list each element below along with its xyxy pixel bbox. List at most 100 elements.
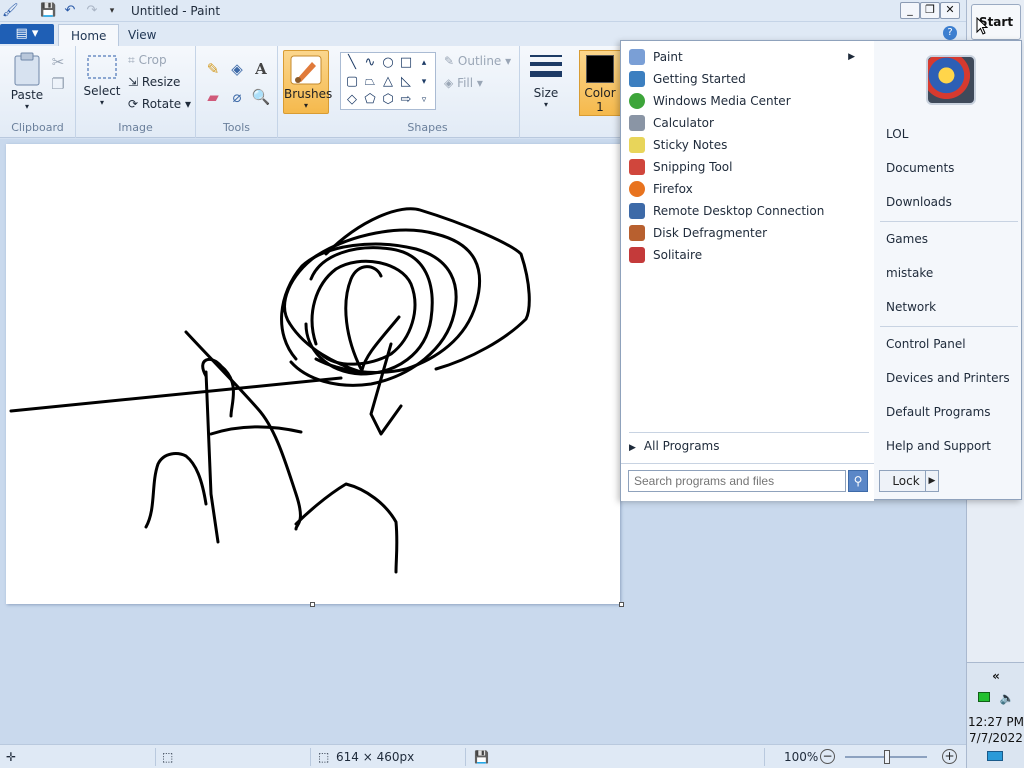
volume-icon[interactable]: 🔈 [999, 691, 1014, 705]
close-button[interactable]: ✕ [940, 2, 960, 19]
power-options-arrow-icon[interactable]: ▶ [925, 470, 939, 492]
hexagon-shape-icon[interactable]: ⬡ [380, 93, 396, 107]
redo-icon[interactable]: ↷ [84, 3, 100, 19]
link-default-programs[interactable]: Default Programs [886, 405, 991, 419]
fill-bucket-icon[interactable]: ◈ [227, 59, 247, 79]
clipboard-group: Paste ▾ ✂ ❐ Clipboard [0, 46, 76, 138]
program-label: Paint [653, 50, 683, 64]
cut-icon[interactable]: ✂ [48, 52, 68, 72]
program-sticky-notes[interactable]: Sticky Notes [629, 135, 869, 155]
canvas-resize-handle-bottom[interactable] [310, 602, 315, 607]
paint-app-icon[interactable]: 🖌 [2, 3, 19, 19]
triangle-shape-icon[interactable]: △ [380, 75, 396, 89]
zoom-in-button[interactable]: + [942, 749, 957, 764]
pentagon-shape-icon[interactable]: ⬠ [362, 93, 378, 107]
program-windows-media-center[interactable]: Windows Media Center [629, 91, 869, 111]
rotate-button[interactable]: ⟳ Rotate ▾ [128, 97, 191, 111]
undo-icon[interactable]: ↶ [62, 3, 78, 19]
link-devices-and-printers[interactable]: Devices and Printers [886, 371, 1010, 385]
fill-button[interactable]: ◈ Fill ▾ [444, 76, 483, 90]
paste-button[interactable]: Paste ▾ [8, 52, 46, 111]
shapes-scroll-down-icon[interactable]: ▾ [416, 75, 432, 89]
curve-shape-icon[interactable]: ∿ [362, 56, 378, 70]
size-button[interactable]: Size ▾ [526, 52, 566, 109]
program-remote-desktop-connection[interactable]: Remote Desktop Connection [629, 201, 869, 221]
search-input[interactable] [628, 470, 846, 492]
eraser-icon[interactable]: ▰ [203, 87, 223, 107]
program-firefox[interactable]: Firefox [629, 179, 869, 199]
link-mistake[interactable]: mistake [886, 266, 933, 280]
zoom-out-button[interactable]: − [820, 749, 835, 764]
program-disk-defragmenter[interactable]: Disk Defragmenter [629, 223, 869, 243]
rectangle-shape-icon[interactable]: □ [398, 56, 414, 70]
polygon-shape-icon[interactable]: ⏢ [362, 75, 378, 89]
restore-button[interactable]: ❐ [920, 2, 940, 19]
crop-button[interactable]: ⌗ Crop [128, 53, 167, 68]
pencil-icon[interactable]: ✎ [203, 59, 223, 79]
link-control-panel[interactable]: Control Panel [886, 337, 966, 351]
link-network[interactable]: Network [886, 300, 936, 314]
status-divider [465, 748, 466, 766]
status-divider [310, 748, 311, 766]
clock-time[interactable]: 12:27 PM [967, 715, 1024, 729]
arrow-shape-icon[interactable]: ⇨ [398, 93, 414, 107]
submenu-arrow-icon: ▶ [848, 52, 855, 62]
customize-toolbar-icon[interactable]: ▾ [104, 3, 120, 19]
color1-number: 1 [596, 100, 604, 114]
search-icon[interactable]: ⚲ [848, 470, 868, 492]
diamond-shape-icon[interactable]: ◇ [344, 93, 360, 107]
show-desktop-icon[interactable] [987, 751, 1003, 761]
text-tool-icon[interactable]: A [251, 59, 271, 79]
resize-button[interactable]: ⇲ Resize [128, 75, 180, 89]
shapes-more-icon[interactable]: ▿ [416, 93, 432, 107]
program-calculator[interactable]: Calculator [629, 113, 869, 133]
line-shape-icon[interactable]: ╲ [344, 56, 360, 70]
zoom-slider-thumb[interactable] [884, 750, 890, 764]
file-size-icon: 💾 [474, 750, 489, 764]
link-games[interactable]: Games [886, 232, 928, 246]
drawing-canvas[interactable] [6, 144, 620, 604]
snipping-tool-icon [629, 159, 645, 175]
color1-button[interactable]: Color 1 [579, 50, 621, 116]
link-lol[interactable]: LOL [886, 127, 908, 141]
network-icon[interactable] [977, 692, 990, 702]
file-menu-button[interactable]: ▤ ▾ [0, 24, 54, 44]
brushes-button[interactable]: Brushes ▾ [283, 50, 332, 114]
fill-label: Fill [457, 76, 474, 90]
link-downloads[interactable]: Downloads [886, 195, 952, 209]
canvas-resize-handle-corner[interactable] [619, 602, 624, 607]
paste-label: Paste [10, 88, 44, 102]
expand-arrow-icon: ▶ [629, 443, 636, 453]
shapes-scroll-up-icon[interactable]: ▴ [416, 56, 432, 70]
user-avatar[interactable] [926, 55, 976, 105]
program-label: Sticky Notes [653, 138, 728, 152]
all-programs-button[interactable]: ▶ All Programs [629, 439, 869, 453]
program-paint[interactable]: Paint ▶ [629, 47, 869, 67]
rounded-rectangle-shape-icon[interactable]: ▢ [344, 75, 360, 89]
color1-label: Color [584, 86, 616, 100]
color-picker-icon[interactable]: ⌀ [227, 87, 247, 107]
clock-date[interactable]: 7/7/2022 [967, 731, 1024, 745]
media-center-icon [629, 93, 645, 109]
program-snipping-tool[interactable]: Snipping Tool [629, 157, 869, 177]
oval-shape-icon[interactable]: ○ [380, 56, 396, 70]
help-icon[interactable]: ? [943, 26, 957, 40]
tab-view[interactable]: View [116, 24, 168, 46]
copy-icon[interactable]: ❐ [48, 74, 68, 94]
link-documents[interactable]: Documents [886, 161, 954, 175]
link-help-and-support[interactable]: Help and Support [886, 439, 991, 453]
save-icon[interactable]: 💾 [40, 3, 56, 19]
line-width-icon [530, 55, 562, 77]
program-getting-started[interactable]: Getting Started [629, 69, 869, 89]
show-hidden-icons-button[interactable]: « [967, 669, 1024, 683]
minimize-button[interactable]: _ [900, 2, 920, 19]
tray-icons: 🔈 [967, 691, 1024, 705]
right-triangle-shape-icon[interactable]: ◺ [398, 75, 414, 89]
magnifier-icon[interactable]: 🔍 [251, 87, 271, 107]
program-solitaire[interactable]: Solitaire [629, 245, 869, 265]
tab-home[interactable]: Home [58, 24, 120, 46]
select-button[interactable]: Select ▾ [82, 54, 122, 107]
outline-button[interactable]: ✎ Outline ▾ [444, 54, 511, 68]
program-label: Solitaire [653, 248, 703, 262]
program-label: Firefox [653, 182, 693, 196]
